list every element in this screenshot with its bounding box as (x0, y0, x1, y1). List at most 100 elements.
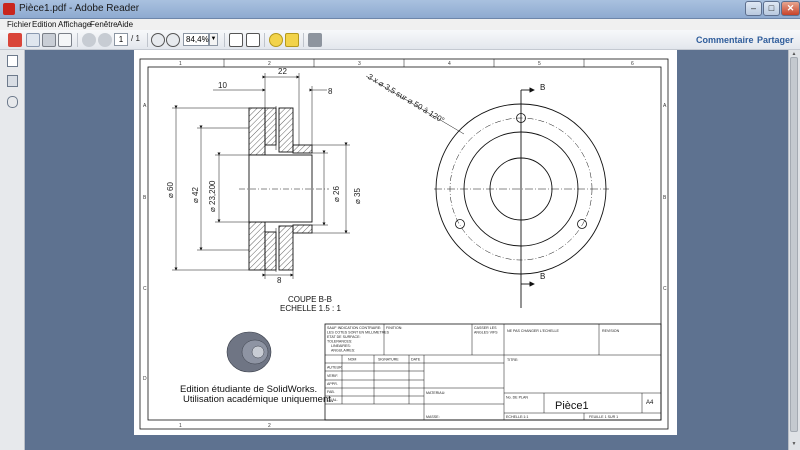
revision-label: REVISION (602, 329, 620, 333)
role-auteur: AUTEUR (327, 366, 342, 370)
masse-label: MASSE: (426, 415, 440, 419)
menu-bar: Fichier Edition Affichage Fenêtre Aide (0, 19, 800, 30)
next-page-icon[interactable] (98, 33, 112, 47)
format-label: A4 (646, 400, 654, 406)
section-marker-bottom: B (540, 272, 545, 281)
scroll-down-icon[interactable]: ▼ (789, 441, 799, 447)
tolerance-6: ANGULAIRES: (331, 349, 355, 353)
col-nom: NOM (348, 358, 356, 362)
expand-icon[interactable] (308, 33, 322, 47)
feuille-label: FEUILLE 1 SUR 1 (589, 415, 618, 419)
page-number-input[interactable]: 1 (114, 33, 128, 46)
section-marker-top: B (540, 83, 545, 92)
pages-icon[interactable] (7, 55, 18, 67)
menu-aide[interactable]: Aide (117, 19, 133, 30)
fit-page-icon[interactable] (229, 33, 243, 47)
part-name: Pièce1 (555, 400, 589, 412)
print-icon[interactable] (42, 33, 56, 47)
zoom-level-input[interactable]: 84,4% (183, 33, 209, 46)
dim-diameter-60: ⌀ 60 (166, 182, 175, 198)
adobe-reader-window: Pièce1.pdf - Adobe Reader – □ ✕ Fichier … (0, 0, 800, 450)
role-appr: APPR. (327, 382, 338, 386)
bookmarks-icon[interactable] (7, 75, 18, 87)
border-row-d: D (143, 376, 147, 382)
border-col-4: 4 (448, 61, 451, 67)
section-view (239, 106, 329, 272)
dim-8-bottom: 8 (277, 276, 282, 285)
inner-border (147, 66, 662, 421)
toolbar: 1 / 1 84,4% ▼ Commentaire Partager (0, 30, 800, 50)
outer-border (139, 58, 669, 430)
menu-edition[interactable]: Edition (32, 19, 56, 30)
dim-22: 22 (278, 67, 287, 76)
dim-diameter-23: ⌀ 23,200 (208, 180, 217, 212)
border-col-2: 2 (268, 61, 271, 67)
tolerance-5: LINEAIRES: (331, 344, 351, 348)
role-verif: VERIF. (327, 374, 338, 378)
border-row-a-right: A (663, 103, 667, 109)
echelle-label: ECHELLE:1:1 (506, 415, 528, 419)
email-icon[interactable] (58, 33, 72, 47)
create-pdf-icon[interactable] (8, 33, 22, 47)
menu-fichier[interactable]: Fichier (7, 19, 31, 30)
border-row-b: B (143, 195, 147, 201)
minimize-button[interactable]: – (745, 1, 762, 16)
col-signature: SIGNATURE (378, 358, 399, 362)
border-col-1: 1 (179, 61, 182, 67)
zoom-in-icon[interactable] (166, 33, 180, 47)
materiau-label: MATERIAU: (426, 391, 445, 395)
casser-line-2: ANGLES VIFS (474, 331, 498, 335)
window-title: Pièce1.pdf - Adobe Reader (19, 3, 140, 14)
zoom-out-icon[interactable] (151, 33, 165, 47)
commentaire-link[interactable]: Commentaire (696, 35, 754, 45)
col-date: DATE (411, 358, 421, 362)
highlight-icon[interactable] (285, 33, 299, 47)
ne-pas-changer-label: NE PAS CHANGER L'ECHELLE (507, 329, 560, 333)
section-scale: ECHELLE 1.5 : 1 (280, 304, 341, 313)
menu-affichage[interactable]: Affichage (58, 19, 91, 30)
fit-width-icon[interactable] (246, 33, 260, 47)
title-block (324, 323, 662, 421)
dim-diameter-26: ⌀ 26 (332, 186, 341, 202)
section-title: COUPE B-B (288, 295, 332, 304)
border-col-1-bottom: 1 (179, 423, 182, 429)
pdf-page: 1 2 3 4 5 6 1 2 A B C D A B C 22 10 8 8 … (134, 50, 677, 435)
border-row-c-right: C (663, 286, 667, 292)
scrollbar-thumb[interactable] (790, 57, 798, 432)
border-row-b-right: B (663, 195, 667, 201)
finition-label: FINITION: (386, 326, 402, 330)
maximize-button[interactable]: □ (763, 1, 780, 16)
tolerance-4: TOLERANCES: (327, 340, 352, 344)
attachments-icon[interactable] (7, 96, 18, 108)
menu-fenetre[interactable]: Fenêtre (90, 19, 118, 30)
save-icon[interactable] (26, 33, 40, 47)
border-row-a: A (143, 103, 147, 109)
dim-diameter-35: ⌀ 35 (353, 188, 362, 204)
dim-diameter-42: ⌀ 42 (191, 187, 200, 203)
role-qual: QUAL. (327, 398, 338, 402)
tolerance-3: ETAT DE SURFACE: (327, 335, 361, 339)
dim-8-top: 8 (328, 87, 333, 96)
watermark-line-2: Utilisation académique uniquement. (183, 394, 334, 405)
titre-label: TITRE: (507, 358, 518, 362)
part-3d-thumbnail (226, 331, 272, 373)
zoom-dropdown-arrow[interactable]: ▼ (209, 33, 218, 46)
previous-page-icon[interactable] (82, 33, 96, 47)
border-col-2-bottom: 2 (268, 423, 271, 429)
technical-drawing: 1 2 3 4 5 6 1 2 A B C D A B C 22 10 8 8 … (139, 58, 669, 430)
tolerance-1: SAUF INDICATION CONTRAIRE: (327, 326, 381, 330)
dim-holes: 3 x ⌀ 3,5 sur ⌀ 50 à 120° (366, 72, 446, 125)
casser-line-1: CASSER LES (474, 326, 497, 330)
navigation-pane (0, 50, 25, 450)
no-plan-label: No. DE PLAN (506, 396, 528, 400)
comment-icon[interactable] (269, 33, 283, 47)
border-col-3: 3 (358, 61, 361, 67)
close-button[interactable]: ✕ (781, 1, 800, 16)
title-bar: Pièce1.pdf - Adobe Reader – □ ✕ (0, 0, 800, 19)
partager-link[interactable]: Partager (757, 35, 794, 45)
role-fab: FAB. (327, 390, 335, 394)
border-col-5: 5 (538, 61, 541, 67)
border-row-c: C (143, 286, 147, 292)
page-total: / 1 (131, 34, 140, 43)
dim-10: 10 (218, 81, 227, 90)
